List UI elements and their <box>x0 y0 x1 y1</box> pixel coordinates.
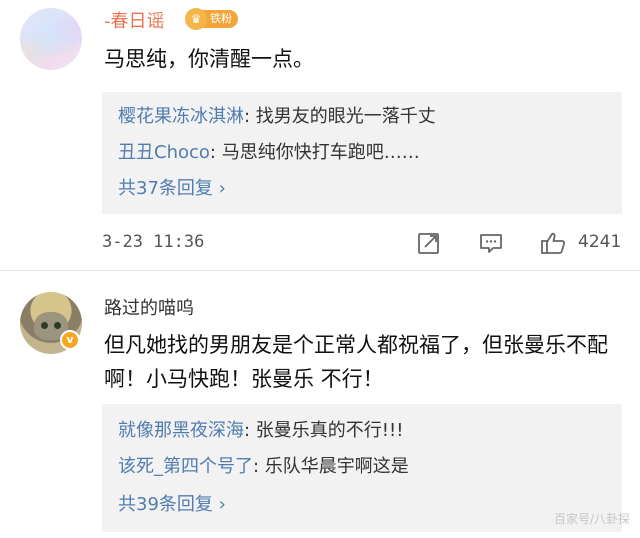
reply-box[interactable]: 就像那黑夜深海: 张曼乐真的不行!!! 该死_第四个号了: 乐队华晨宇啊这是 共… <box>102 404 622 532</box>
reply-text: : 找男友的眼光一落千丈 <box>244 106 436 127</box>
comment-icon[interactable] <box>478 230 504 256</box>
avatar[interactable] <box>20 8 82 70</box>
comment-item: 路过的喵呜 但凡她找的男朋友是个正常人都祝福了，但张曼乐不配啊！小马快跑！张曼乐… <box>0 272 640 538</box>
comment-item: -春日谣 ♛ 铁粉 马思纯，你清醒一点。 樱花果冻冰淇淋: 找男友的眼光一落千丈… <box>0 0 640 271</box>
reply-text: : 马思纯你快打车跑吧…… <box>209 142 420 163</box>
reply-text: : 张曼乐真的不行!!! <box>244 420 404 441</box>
crown-icon: ♛ <box>185 8 207 30</box>
reply-item[interactable]: 就像那黑夜深海: 张曼乐真的不行!!! <box>118 416 403 442</box>
like-count: 4241 <box>578 232 622 252</box>
timestamp: 3-23 11:36 <box>102 232 205 252</box>
fan-badge[interactable]: ♛ 铁粉 <box>185 8 238 30</box>
cat-eye <box>41 322 48 329</box>
reply-username[interactable]: 丑丑Choco <box>118 142 210 163</box>
share-icon[interactable] <box>416 230 442 256</box>
cat-eye <box>54 322 61 329</box>
comment-text: 马思纯，你清醒一点。 <box>104 47 314 71</box>
reply-item[interactable]: 丑丑Choco: 马思纯你快打车跑吧…… <box>118 138 420 164</box>
reply-item[interactable]: 该死_第四个号了: 乐队华晨宇啊这是 <box>118 452 409 478</box>
watermark: 百家号/八卦探 <box>553 512 630 526</box>
reply-item[interactable]: 樱花果冻冰淇淋: 找男友的眼光一落千丈 <box>118 102 436 128</box>
reply-username[interactable]: 樱花果冻冰淇淋 <box>118 106 244 127</box>
comment-username[interactable]: -春日谣 <box>104 7 165 33</box>
verified-badge: v <box>60 330 80 350</box>
reply-text: : 乐队华晨宇啊这是 <box>253 456 409 477</box>
reply-box[interactable]: 樱花果冻冰淇淋: 找男友的眼光一落千丈 丑丑Choco: 马思纯你快打车跑吧……… <box>102 92 622 214</box>
comment-username[interactable]: 路过的喵呜 <box>104 294 194 320</box>
comment-text: 但凡她找的男朋友是个正常人都祝福了，但张曼乐不配啊！小马快跑！张曼乐 不行！ <box>104 333 608 391</box>
divider <box>0 270 640 271</box>
comment-footer: 3-23 11:36 4241 <box>0 228 640 258</box>
more-replies-link[interactable]: 共37条回复 › <box>118 174 226 200</box>
reply-username[interactable]: 该死_第四个号了 <box>118 456 253 477</box>
reply-username[interactable]: 就像那黑夜深海 <box>118 420 244 441</box>
thumbs-up-icon[interactable] <box>540 230 568 256</box>
more-replies-link[interactable]: 共39条回复 › <box>118 490 226 516</box>
